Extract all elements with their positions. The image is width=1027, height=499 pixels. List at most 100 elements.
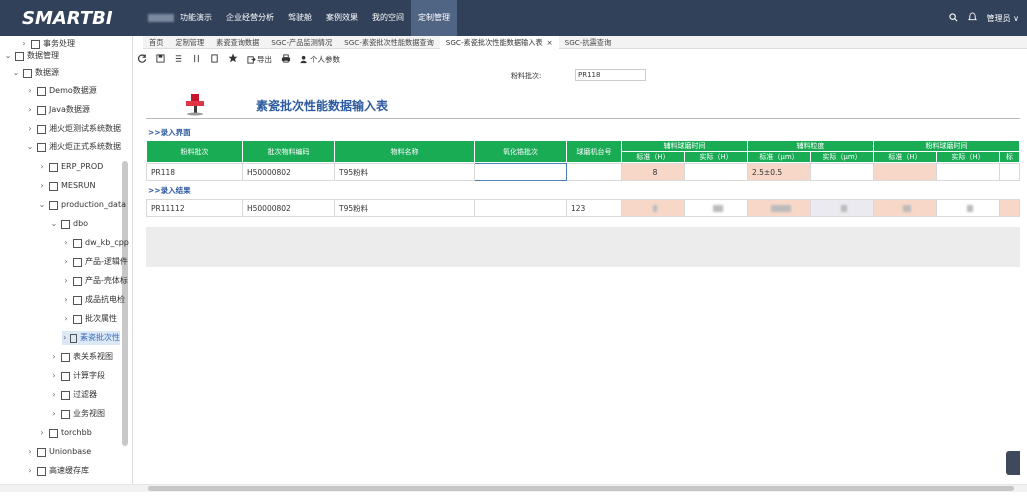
tree-item[interactable]: › ERP_PROD xyxy=(38,160,103,174)
tree-item[interactable]: › 计算字段 xyxy=(50,369,105,383)
tree-item-label: 产品-逻辑件 xyxy=(85,257,128,266)
input-cell-size-actual[interactable] xyxy=(810,163,874,181)
input-cell-material-name[interactable]: T95粉料 xyxy=(334,163,475,181)
param-label: 粉料批次: xyxy=(511,72,542,80)
nav-item-cases[interactable]: 案例效果 xyxy=(319,0,365,36)
tab-item[interactable]: SGC-素瓷批次性能数据输入表 × xyxy=(439,36,559,49)
input-cell-zirconia-batch[interactable] xyxy=(474,163,567,181)
help-float-button[interactable] xyxy=(1006,451,1020,475)
delete-row-icon[interactable] xyxy=(210,53,219,65)
user-params-icon xyxy=(300,55,307,63)
tree-item[interactable]: › Java数据源 xyxy=(26,103,90,117)
input-cell-aux-std-h[interactable]: 8 xyxy=(621,163,685,181)
tree-item[interactable]: › dw_kb_cpp xyxy=(62,236,129,250)
tree-item[interactable]: ⌄ 数据源 xyxy=(12,66,59,80)
search-icon[interactable] xyxy=(948,12,958,24)
nav-item-demo[interactable]: 功能演示 xyxy=(173,0,219,36)
chevron-right-icon[interactable]: › xyxy=(62,236,70,250)
chevron-right-icon[interactable]: › xyxy=(38,160,46,174)
tree-item-label: 业务视图 xyxy=(73,409,105,418)
chevron-right-icon[interactable]: › xyxy=(26,103,34,117)
tree-item[interactable]: › 产品-逻辑件 xyxy=(62,255,128,269)
add-row-icon[interactable] xyxy=(174,54,183,65)
nav-item-custom-mgmt[interactable]: 定制管理 xyxy=(411,0,457,36)
chevron-right-icon[interactable]: › xyxy=(38,179,46,193)
chevron-right-icon[interactable]: › xyxy=(62,255,70,269)
input-cell-aux-actual-h[interactable] xyxy=(684,163,748,181)
chevron-down-icon[interactable]: ⌄ xyxy=(50,217,58,231)
favorite-star-icon[interactable] xyxy=(228,53,238,65)
tree-item[interactable]: ⌄ dbo xyxy=(50,217,88,231)
close-icon[interactable]: × xyxy=(547,38,553,47)
tree-item[interactable]: › 成品抗电检 xyxy=(62,293,125,307)
chevron-right-icon[interactable]: › xyxy=(62,331,67,345)
tree-item[interactable]: › 批次属性 xyxy=(62,312,117,326)
print-icon[interactable] xyxy=(281,53,291,65)
chevron-right-icon[interactable]: › xyxy=(62,293,70,307)
tree-item-label: dw_kb_cpp xyxy=(85,238,129,247)
insert-row-icon[interactable] xyxy=(192,54,201,65)
chevron-down-icon[interactable]: ⌄ xyxy=(38,198,46,212)
tab-item[interactable]: SGC-素瓷批次性能数据查询 xyxy=(338,36,440,49)
input-cell-size-std[interactable]: 2.5±0.5 xyxy=(747,163,811,181)
chevron-down-icon[interactable]: ⌄ xyxy=(4,49,12,63)
personal-params-button[interactable]: 个人参数 xyxy=(300,54,340,65)
tree-item[interactable]: › Demo数据源 xyxy=(26,84,97,98)
chevron-down-icon[interactable]: ⌄ xyxy=(12,66,20,80)
tree-item[interactable]: › 产品-壳体标 xyxy=(62,274,128,288)
input-cell-powder-std-h[interactable] xyxy=(873,163,937,181)
chevron-right-icon[interactable]: › xyxy=(50,407,58,421)
chevron-right-icon[interactable]: › xyxy=(26,464,34,478)
chevron-right-icon[interactable]: › xyxy=(38,426,46,440)
tree-item[interactable]: › 业务视图 xyxy=(50,407,105,421)
chevron-right-icon[interactable]: › xyxy=(62,312,70,326)
input-cell-material-code[interactable]: H50000802 xyxy=(242,163,335,181)
nav-item-myspace[interactable]: 我的空间 xyxy=(365,0,411,36)
tree-item[interactable]: › MESRUN xyxy=(38,179,95,193)
tree-node-icon xyxy=(61,390,70,400)
nav-item-business[interactable]: 企业经营分析 xyxy=(219,0,281,36)
tab-item[interactable]: 定制管理 xyxy=(169,36,210,49)
result-cell-aux-std-h xyxy=(621,199,685,217)
tab-item[interactable]: SGC-抗震查询 xyxy=(559,36,618,49)
tree-item[interactable]: › 高速缓存库 xyxy=(26,464,89,478)
tree-item[interactable]: ⌄ 湘火炬正式系统数据 xyxy=(26,140,121,154)
param-batch-input[interactable]: PR118 xyxy=(575,69,646,81)
tree-item[interactable]: › 湘火炬测试系统数据 xyxy=(26,122,121,136)
tree-item[interactable]: ⌄ production_data xyxy=(38,198,126,212)
tree-item[interactable]: › torchbb xyxy=(38,426,92,440)
chevron-right-icon[interactable]: › xyxy=(50,350,58,364)
tree-node-icon xyxy=(61,352,70,362)
smartbi-logo[interactable]: SMARTBI xyxy=(22,8,113,29)
chevron-right-icon[interactable]: › xyxy=(26,122,34,136)
export-button[interactable]: 导出 xyxy=(247,54,272,65)
tree-item[interactable]: › 过滤器 xyxy=(50,388,97,402)
input-cell-mill-no[interactable] xyxy=(566,163,622,181)
save-icon[interactable] xyxy=(156,53,165,65)
input-cell-powder-batch[interactable]: PR118 xyxy=(146,163,243,181)
input-cell-extra[interactable] xyxy=(999,163,1020,181)
chevron-down-icon[interactable]: ⌄ xyxy=(26,140,34,154)
tab-item[interactable]: SGC-产品监测情况 xyxy=(265,36,338,49)
tab-item[interactable]: 素瓷查询数据 xyxy=(210,36,265,49)
tree-item[interactable]: ⌄ 数据管理 xyxy=(4,49,59,63)
horizontal-scrollbar-thumb[interactable] xyxy=(148,486,1014,491)
nav-item-cockpit[interactable]: 驾驶舱 xyxy=(281,0,319,36)
result-cell-material-name: T95粉料 xyxy=(334,199,475,217)
chevron-right-icon[interactable]: › xyxy=(50,369,58,383)
bell-icon[interactable] xyxy=(967,12,977,24)
chevron-right-icon[interactable]: › xyxy=(26,445,34,459)
nav-item-blurred[interactable] xyxy=(141,0,174,36)
tree-item[interactable]: › Unionbase xyxy=(26,445,91,459)
tree-item[interactable]: › 素瓷批次性 xyxy=(62,331,120,345)
horizontal-scrollbar[interactable] xyxy=(0,484,1027,492)
tree-item[interactable]: › 表关系视图 xyxy=(50,350,113,364)
chevron-right-icon[interactable]: › xyxy=(50,388,58,402)
refresh-icon[interactable] xyxy=(137,53,147,65)
input-cell-powder-actual-h[interactable] xyxy=(936,163,1000,181)
tree-node-icon xyxy=(49,181,58,191)
user-menu[interactable]: 管理员 ∨ xyxy=(987,13,1019,24)
chevron-right-icon[interactable]: › xyxy=(62,274,70,288)
tab-item[interactable]: 首页 xyxy=(143,36,169,49)
chevron-right-icon[interactable]: › xyxy=(26,84,34,98)
